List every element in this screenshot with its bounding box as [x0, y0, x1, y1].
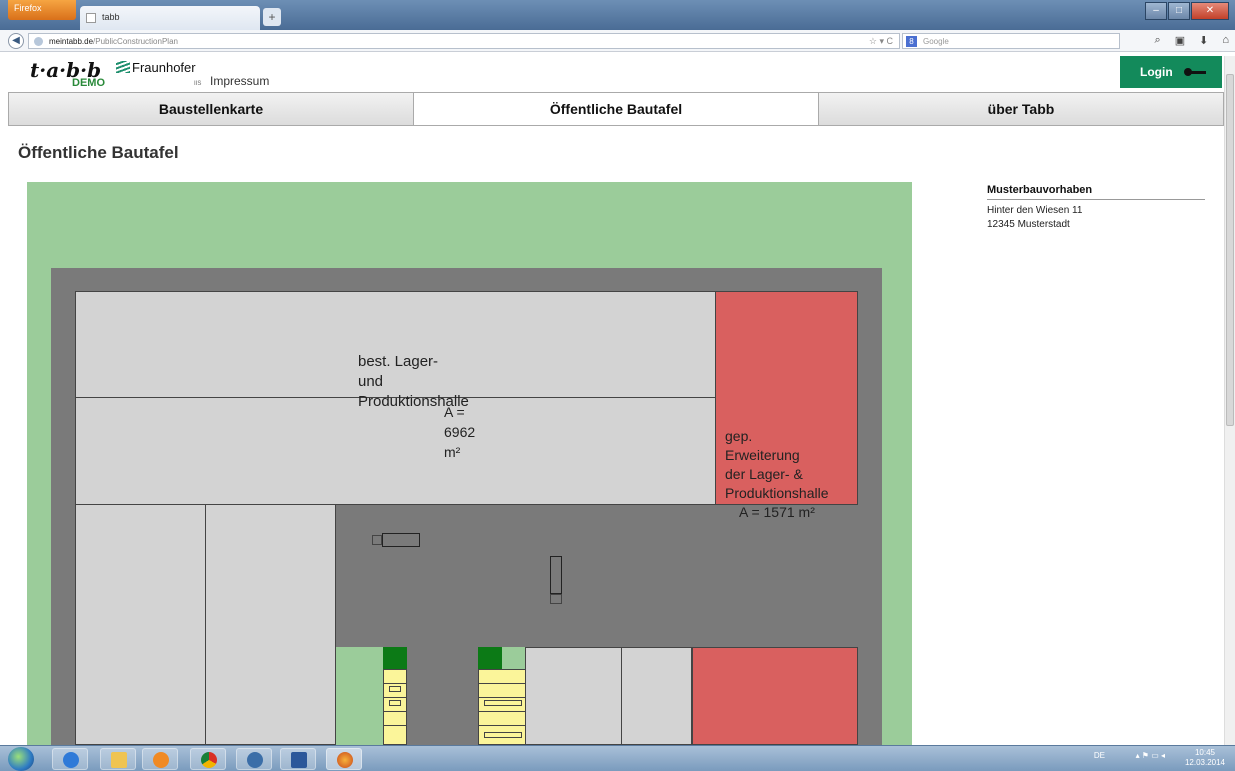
impressum-link[interactable]: Impressum — [210, 74, 269, 88]
google-icon: 8 — [906, 36, 917, 47]
system-clock[interactable]: 10:45 12.03.2014 — [1185, 748, 1225, 768]
project-city: 12345 Musterstadt — [987, 219, 1070, 230]
taskbar-mediaplayer-icon[interactable] — [142, 748, 178, 770]
yellow-box-4 — [484, 732, 522, 738]
taskbar-explorer-icon[interactable] — [100, 748, 136, 770]
partner-name: Fraunhofer — [132, 60, 196, 75]
home-icon[interactable]: ⌂ — [1222, 34, 1229, 47]
toolbar-icons: ⌕ ▣ ⬇ ⌂ — [1155, 34, 1229, 47]
browser-titlebar: Firefox tabb + – □ ✕ — [0, 0, 1235, 30]
project-name: Musterbauvorhaben — [987, 184, 1205, 200]
close-icon[interactable]: ✕ — [1191, 2, 1229, 20]
taskbar-firefox-icon[interactable] — [326, 748, 362, 770]
globe-icon — [34, 37, 43, 46]
gray-driveway — [407, 647, 478, 745]
url-host: meintabb.de — [49, 37, 94, 46]
tray-icons[interactable]: ▴ ⚑ ▭ ◂ — [1136, 751, 1165, 760]
container-horizontal[interactable] — [382, 533, 420, 547]
fraunhofer-logo: Fraunhofer — [116, 60, 196, 75]
yellow-stack-1[interactable] — [383, 669, 407, 745]
yellow-box-3 — [484, 700, 522, 706]
existing-hall-line1: best. Lager- — [358, 353, 439, 370]
firefox-menu-button[interactable]: Firefox — [8, 0, 76, 20]
tab-title: tabb — [102, 12, 120, 22]
extension-line3: Produktionshalle — [725, 485, 829, 501]
key-icon — [1184, 68, 1206, 76]
login-label: Login — [1140, 65, 1173, 79]
bookmark-star-reload-icon[interactable]: ☆ ▾ C — [869, 36, 893, 47]
extension-line2: der Lager- & — [725, 466, 803, 482]
minimize-icon[interactable]: – — [1145, 2, 1167, 20]
building-left-1[interactable] — [75, 504, 206, 745]
bookmarks-icon[interactable]: ▣ — [1175, 34, 1185, 47]
taskbar-ie-icon[interactable] — [52, 748, 88, 770]
windows-taskbar: DE ▴ ⚑ ▭ ◂ 10:45 12.03.2014 — [0, 745, 1235, 771]
yellow-box-2 — [389, 700, 401, 706]
building-left-2[interactable] — [205, 504, 336, 745]
search-placeholder: Google — [923, 37, 949, 46]
yellow-line-1d — [383, 725, 407, 726]
yellow-line-1b — [383, 697, 407, 698]
window-controls: – □ ✕ — [1144, 2, 1229, 20]
download-icon[interactable]: ⬇ — [1199, 34, 1208, 47]
taskbar-thunderbird-icon[interactable] — [236, 748, 272, 770]
menu-item-ueber-tabb[interactable]: über Tabb — [819, 93, 1223, 125]
scrollbar-thumb[interactable] — [1226, 74, 1234, 426]
page-scrollbar[interactable] — [1224, 56, 1235, 746]
start-button-icon[interactable] — [8, 747, 34, 771]
extension-label: gep. Erweiterung der Lager- & Produktion… — [725, 427, 829, 522]
login-button[interactable]: Login — [1120, 56, 1222, 88]
menu-item-baustellenkarte[interactable]: Baustellenkarte — [9, 93, 414, 125]
container-vertical[interactable] — [550, 556, 562, 594]
tab-favicon-icon — [86, 13, 96, 23]
yellow-line-2b — [478, 697, 526, 698]
new-tab-plus-icon[interactable]: + — [263, 8, 281, 26]
project-address: Musterbauvorhaben Hinter den Wiesen 11 1… — [987, 184, 1205, 232]
yellow-box-1 — [389, 686, 401, 692]
clock-date: 12.03.2014 — [1184, 758, 1225, 767]
existing-hall-area: A = 6962 m² — [444, 404, 476, 460]
demo-badge: DEMO — [72, 77, 105, 89]
main-menu: Baustellenkarte Öffentliche Bautafel übe… — [8, 92, 1224, 126]
taskbar-word-icon[interactable] — [280, 748, 316, 770]
container-vertical-small — [550, 594, 562, 604]
extension-area: A = 1571 m² — [739, 504, 815, 520]
yellow-line-2c — [478, 711, 526, 712]
taskbar-chrome-icon[interactable] — [190, 748, 226, 770]
tabb-logo[interactable]: t·a·b·b DEMO — [30, 58, 105, 89]
maximize-icon[interactable]: □ — [1168, 2, 1190, 20]
page-title: Öffentliche Bautafel — [18, 143, 179, 162]
language-indicator[interactable]: DE — [1094, 751, 1105, 760]
search-box[interactable]: 8 Google — [902, 33, 1120, 49]
container-horizontal-small — [372, 535, 382, 545]
tree-1 — [383, 647, 407, 669]
yellow-line-1a — [383, 683, 407, 684]
tree-2 — [478, 647, 502, 669]
yellow-line-2a — [478, 683, 526, 684]
menu-item-bautafel[interactable]: Öffentliche Bautafel — [414, 93, 819, 125]
building-bottom-1[interactable] — [525, 647, 622, 745]
project-street: Hinter den Wiesen 11 — [987, 205, 1083, 216]
planned-building-bottom[interactable] — [692, 647, 858, 745]
search-icon[interactable]: ⌕ — [1155, 34, 1161, 47]
back-arrow-icon[interactable]: ◀ — [8, 33, 24, 49]
address-bar[interactable]: meintabb.de/PublicConstructionPlan ☆ ▾ C — [28, 33, 900, 49]
browser-tab[interactable]: tabb — [80, 6, 260, 30]
extension-line1: gep. Erweiterung — [725, 428, 800, 463]
url-path: /PublicConstructionPlan — [93, 37, 178, 46]
building-bottom-2[interactable] — [621, 647, 692, 745]
fraunhofer-mark-icon — [116, 61, 130, 73]
clock-time: 10:45 — [1194, 748, 1215, 757]
partner-sub: IIS — [194, 81, 202, 87]
yellow-line-2d — [478, 725, 526, 726]
yellow-line-1c — [383, 711, 407, 712]
browser-navbar: ◀ meintabb.de/PublicConstructionPlan ☆ ▾… — [0, 30, 1235, 52]
